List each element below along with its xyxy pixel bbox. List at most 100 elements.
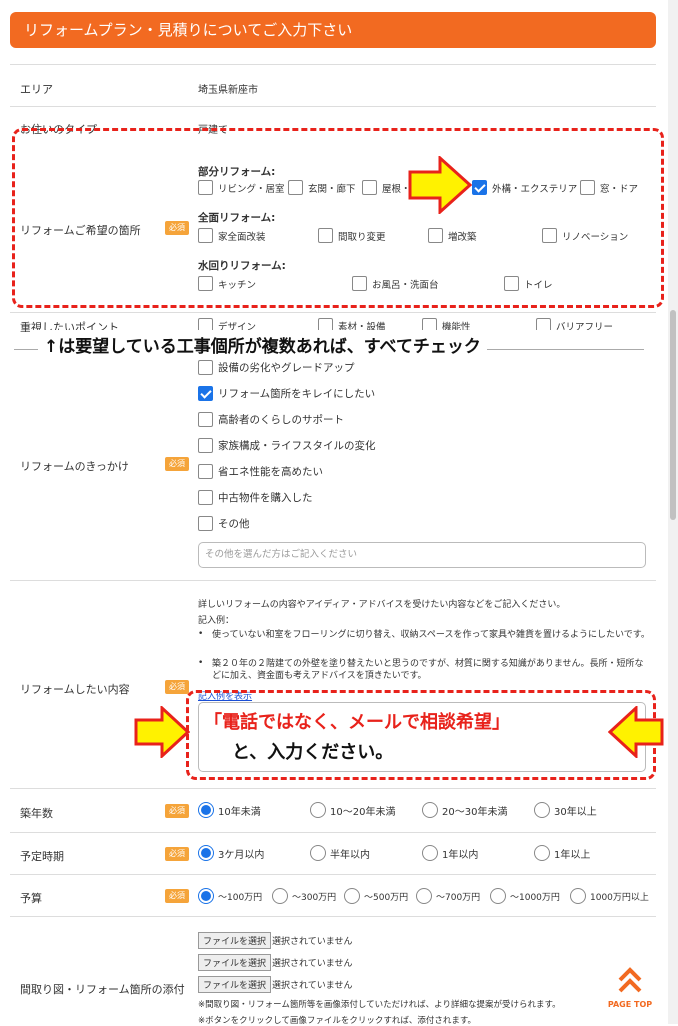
checkbox-box[interactable]	[198, 412, 213, 427]
checkbox-trigger-5[interactable]: 省エネ性能を高めたい	[198, 464, 323, 479]
radio-circle[interactable]	[344, 888, 360, 904]
checkbox-box[interactable]	[198, 490, 213, 505]
radio-age-1[interactable]: 10年未満	[198, 802, 261, 818]
checkbox-label: その他	[218, 518, 250, 530]
content-intro: 詳しいリフォームの内容やアイディア・アドバイスを受けたい内容などをご記入ください…	[198, 600, 566, 610]
radio-budget-3[interactable]: ～500万円	[344, 888, 408, 904]
radio-budget-4[interactable]: ～700万円	[416, 888, 480, 904]
callout-please-enter: と、入力ください。	[232, 742, 394, 763]
radio-budget-1[interactable]: ～100万円	[198, 888, 262, 904]
checkbox-trigger-2[interactable]: リフォーム箇所をキレイにしたい	[198, 386, 375, 401]
file-status: 選択されていません	[272, 981, 353, 991]
radio-label: ～100万円	[218, 892, 263, 903]
radio-budget-6[interactable]: 1000万円以上	[570, 888, 649, 904]
checkbox-trigger-3[interactable]: 高齢者のくらしのサポート	[198, 412, 344, 427]
attach-note: ※間取り図・リフォーム箇所等を画像添付していただければ、より詳細な提案が受けられ…	[198, 1000, 561, 1010]
area-label: エリア	[20, 83, 53, 96]
required-badge: 必須	[165, 889, 189, 903]
checkbox-label: 設備の劣化やグレードアップ	[218, 362, 355, 374]
radio-circle-selected[interactable]	[198, 802, 214, 818]
checkbox-trigger-6[interactable]: 中古物件を購入した	[198, 490, 313, 505]
other-reason-input[interactable]: その他を選んだ方はご記入ください	[198, 542, 646, 568]
checkbox-label: 高齢者のくらしのサポート	[218, 414, 344, 426]
area-row: エリア 埼玉県新座市	[10, 64, 656, 107]
radio-timing-4[interactable]: 1年以上	[534, 845, 590, 861]
checkbox-trigger-other[interactable]: その他	[198, 516, 250, 531]
radio-label: 10年未満	[218, 806, 261, 818]
radio-label: 3ケ月以内	[218, 849, 265, 861]
bullet: •	[198, 629, 204, 639]
radio-timing-2[interactable]: 半年以内	[310, 845, 370, 861]
radio-label: 1年以上	[554, 849, 591, 861]
content-label: リフォームしたい内容	[20, 683, 130, 696]
checkbox-trigger-1[interactable]: 設備の劣化やグレードアップ	[198, 360, 355, 375]
checkbox-box[interactable]	[198, 360, 213, 375]
page-top-label: PAGE TOP	[607, 1000, 653, 1009]
pointer-arrow-left-icon	[608, 706, 664, 758]
radio-circle-selected[interactable]	[198, 888, 214, 904]
radio-circle[interactable]	[570, 888, 586, 904]
radio-label: 半年以内	[330, 849, 370, 861]
radio-label: ～500万円	[364, 892, 409, 903]
attach-note-2: ※ボタンをクリックして画像ファイルをクリックすれば、添付されます。	[198, 1016, 477, 1026]
checkbox-box-checked[interactable]	[198, 386, 213, 401]
example-title: 記入例：	[198, 616, 235, 626]
radio-label: 20～30年未満	[442, 806, 508, 818]
example-1: 使っていない和室をフローリングに切り替え、収納スペースを作って家具や雑貨を置ける…	[212, 630, 650, 640]
file-status: 選択されていません	[272, 937, 353, 947]
radio-label: 30年以上	[554, 806, 597, 818]
radio-age-4[interactable]: 30年以上	[534, 802, 597, 818]
radio-circle[interactable]	[416, 888, 432, 904]
radio-circle-selected[interactable]	[198, 845, 214, 861]
checkbox-trigger-4[interactable]: 家族構成・ライフスタイルの変化	[198, 438, 376, 453]
trigger-label: リフォームのきっかけ	[20, 460, 129, 473]
required-badge: 必須	[165, 457, 189, 471]
example-2: 築２０年の２階建ての外壁を塗り替えたいと思うのですが、材質に関する知識がありませ…	[212, 659, 644, 681]
radio-circle[interactable]	[422, 802, 438, 818]
required-badge: 必須	[165, 680, 189, 694]
section-header: リフォームプラン・見積りについてご入力下さい	[10, 12, 656, 48]
radio-label: ～1000万円	[510, 892, 560, 903]
file-select-button[interactable]: ファイルを選択	[198, 932, 272, 949]
radio-label: 1000万円以上	[590, 892, 649, 903]
highlight-frame	[186, 690, 656, 780]
radio-budget-2[interactable]: ～300万円	[272, 888, 336, 904]
checkbox-label: 家族構成・ライフスタイルの変化	[218, 440, 376, 452]
radio-budget-5[interactable]: ～1000万円	[490, 888, 560, 904]
radio-circle[interactable]	[490, 888, 506, 904]
radio-age-3[interactable]: 20～30年未満	[422, 802, 507, 818]
checkbox-box[interactable]	[198, 438, 213, 453]
radio-circle[interactable]	[272, 888, 288, 904]
radio-label: ～300万円	[292, 892, 337, 903]
radio-label: 1年以内	[442, 849, 479, 861]
required-badge: 必須	[165, 847, 189, 861]
radio-timing-1[interactable]: 3ケ月以内	[198, 845, 264, 861]
file-select-button[interactable]: ファイルを選択	[198, 954, 272, 971]
budget-label: 予算	[20, 892, 42, 905]
radio-circle[interactable]	[534, 802, 550, 818]
file-select-button[interactable]: ファイルを選択	[198, 976, 272, 993]
page-top-button[interactable]: PAGE TOP	[604, 966, 656, 1010]
callout-email-request: 「電話ではなく、メールで相談希望」	[204, 712, 510, 733]
highlight-frame	[12, 128, 664, 308]
radio-circle[interactable]	[422, 845, 438, 861]
pointer-arrow-right-icon	[134, 706, 190, 758]
radio-circle[interactable]	[310, 845, 326, 861]
checkbox-box[interactable]	[198, 464, 213, 479]
checkbox-label: リフォーム箇所をキレイにしたい	[218, 388, 376, 400]
double-chevron-up-icon	[618, 967, 642, 993]
timing-label: 予定時期	[20, 850, 64, 863]
radio-timing-3[interactable]: 1年以内	[422, 845, 478, 861]
area-value: 埼玉県新座市	[198, 85, 258, 96]
radio-label: 10～20年未満	[330, 806, 396, 818]
checkbox-box[interactable]	[198, 516, 213, 531]
radio-circle[interactable]	[534, 845, 550, 861]
pointer-arrow-icon	[408, 156, 472, 214]
radio-label: ～700万円	[436, 892, 481, 903]
bullet: •	[198, 658, 204, 668]
radio-circle[interactable]	[310, 802, 326, 818]
radio-age-2[interactable]: 10～20年未満	[310, 802, 395, 818]
attach-label: 間取り図・リフォーム箇所の添付	[20, 983, 185, 996]
scrollbar-thumb[interactable]	[670, 310, 676, 520]
age-label: 築年数	[20, 807, 53, 820]
